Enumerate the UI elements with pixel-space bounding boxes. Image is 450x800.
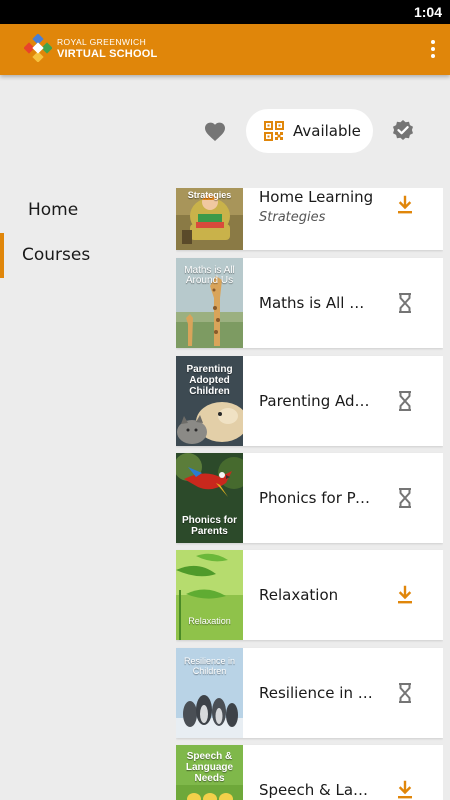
nav-item-label: Courses <box>22 245 91 265</box>
more-vert-icon[interactable] <box>428 37 438 61</box>
school-brand: ROYAL GREENWICH VIRTUAL SCHOOL <box>57 38 157 60</box>
course-card-speech-language[interactable]: Speech & Language Needs Speech & Lan… <box>176 745 443 800</box>
course-card-home-learning[interactable]: Strategies Home Learning Strategies <box>176 188 443 250</box>
heart-icon[interactable] <box>203 120 227 142</box>
course-thumbnail: Resilience in Children <box>176 648 243 738</box>
status-bar: 1:04 <box>0 0 450 24</box>
school-logo-icon <box>24 34 52 62</box>
course-thumbnail-label: Resilience in Children <box>183 656 236 676</box>
course-thumbnail-label: Parenting Adopted Children <box>186 364 233 397</box>
course-title: Phonics for Pa… <box>259 489 374 507</box>
course-thumbnail-label: Relaxation <box>188 616 231 626</box>
course-title: Parenting Ado… <box>259 392 374 410</box>
hourglass-icon <box>399 293 411 313</box>
nav-item-home[interactable]: Home <box>0 188 170 233</box>
course-card-phonics[interactable]: Phonics for Parents Phonics for Pa… <box>176 453 443 543</box>
course-thumbnail-label: Phonics for Parents <box>181 515 237 537</box>
course-subtitle: Strategies <box>259 210 326 225</box>
course-card-parenting[interactable]: Parenting Adopted Children Parenting Ado… <box>176 356 443 446</box>
nav-item-courses[interactable]: Courses <box>0 233 170 278</box>
download-icon[interactable] <box>394 194 416 216</box>
qr-code-icon <box>264 121 284 141</box>
course-title: Resilience in … <box>259 684 373 702</box>
course-card-relaxation[interactable]: Relaxation Relaxation <box>176 550 443 640</box>
course-thumbnail-label: Speech & Language Needs <box>185 751 234 784</box>
side-nav: Home Courses <box>0 188 170 278</box>
nav-selected-indicator <box>0 233 4 278</box>
hourglass-icon <box>399 391 411 411</box>
brand-line-1: ROYAL GREENWICH <box>57 37 147 47</box>
download-icon[interactable] <box>394 779 416 800</box>
course-thumbnail: Relaxation <box>176 550 243 640</box>
hourglass-icon <box>399 488 411 508</box>
app-bar: ROYAL GREENWICH VIRTUAL SCHOOL <box>0 24 450 75</box>
hourglass-icon <box>399 683 411 703</box>
nav-item-label: Home <box>28 200 79 220</box>
course-thumbnail-label: Strategies <box>187 190 232 200</box>
course-title: Speech & Lan… <box>259 781 374 799</box>
verified-badge-icon[interactable] <box>391 119 415 143</box>
course-card-maths[interactable]: Maths is All Around Us Maths is All Ar… <box>176 258 443 348</box>
brand-line-2: VIRTUAL SCHOOL <box>57 47 158 60</box>
course-thumbnail: Maths is All Around Us <box>176 258 243 348</box>
course-title: Home Learning <box>259 188 374 206</box>
status-time: 1:04 <box>413 4 442 20</box>
course-thumbnail: Parenting Adopted Children <box>176 356 243 446</box>
course-title: Maths is All Ar… <box>259 294 374 312</box>
filter-available-button[interactable]: Available <box>246 109 373 153</box>
course-title: Relaxation <box>259 586 339 604</box>
course-thumbnail: Speech & Language Needs <box>176 745 243 800</box>
course-thumbnail: Strategies <box>176 188 243 250</box>
download-icon[interactable] <box>394 584 416 606</box>
course-list[interactable]: Strategies Home Learning Strategies Math… <box>176 188 443 800</box>
course-card-resilience[interactable]: Resilience in Children Resilience in … <box>176 648 443 738</box>
course-thumbnail-label: Maths is All Around Us <box>184 265 235 286</box>
filter-available-label: Available <box>293 122 361 140</box>
course-thumbnail: Phonics for Parents <box>176 453 243 543</box>
